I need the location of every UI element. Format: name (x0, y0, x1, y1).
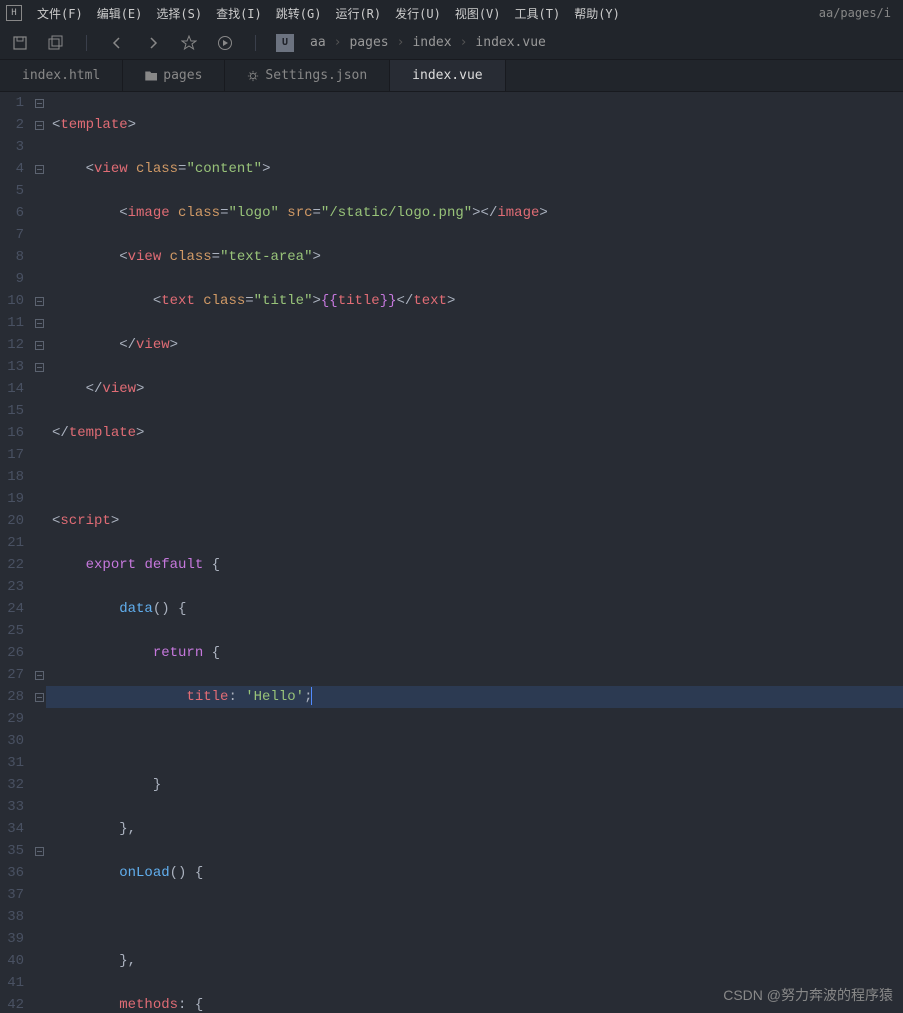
code-area[interactable]: <template> <view class="content"> <image… (46, 92, 903, 1013)
folder-icon (145, 71, 157, 81)
uni-icon[interactable]: U (276, 34, 294, 52)
fold-column[interactable] (32, 92, 46, 1013)
chevron-right-icon: › (334, 35, 342, 50)
crumb-pages[interactable]: pages (349, 35, 388, 50)
menu-find[interactable]: 查找(I) (209, 3, 269, 24)
editor[interactable]: 1234567891011121314151617181920212223242… (0, 92, 903, 1013)
menubar: H 文件(F) 编辑(E) 选择(S) 查找(I) 跳转(G) 运行(R) 发行… (0, 0, 903, 26)
menu-select[interactable]: 选择(S) (149, 3, 209, 24)
tab-index-html[interactable]: index.html (0, 60, 123, 91)
back-icon[interactable] (107, 33, 127, 53)
file-path: aa/pages/i (819, 6, 897, 20)
chevron-right-icon: › (460, 35, 468, 50)
menu-tools[interactable]: 工具(T) (508, 3, 568, 24)
line-gutter: 1234567891011121314151617181920212223242… (0, 92, 32, 1013)
run-icon[interactable] (215, 33, 235, 53)
menu-help[interactable]: 帮助(Y) (567, 3, 627, 24)
app-logo-icon: H (6, 5, 22, 21)
star-icon[interactable] (179, 33, 199, 53)
menu-goto[interactable]: 跳转(G) (269, 3, 329, 24)
tab-settings[interactable]: Settings.json (225, 60, 390, 91)
menu-publish[interactable]: 发行(U) (388, 3, 448, 24)
forward-icon[interactable] (143, 33, 163, 53)
save-icon[interactable] (10, 33, 30, 53)
breadcrumb: aa › pages › index › index.vue (310, 35, 546, 50)
tab-index-vue[interactable]: index.vue (390, 60, 505, 91)
tabs: index.html pages Settings.json index.vue (0, 60, 903, 92)
menu-view[interactable]: 视图(V) (448, 3, 508, 24)
save-all-icon[interactable] (46, 33, 66, 53)
crumb-index[interactable]: index (412, 35, 451, 50)
crumb-indexvue[interactable]: index.vue (475, 35, 545, 50)
tab-pages[interactable]: pages (123, 60, 225, 91)
chevron-right-icon: › (397, 35, 405, 50)
gear-icon (247, 70, 259, 82)
crumb-aa[interactable]: aa (310, 35, 326, 50)
menu-edit[interactable]: 编辑(E) (90, 3, 150, 24)
menu-run[interactable]: 运行(R) (328, 3, 388, 24)
watermark: CSDN @努力奔波的程序猿 (723, 985, 893, 1005)
toolbar: U aa › pages › index › index.vue (0, 26, 903, 60)
menu-file[interactable]: 文件(F) (30, 3, 90, 24)
